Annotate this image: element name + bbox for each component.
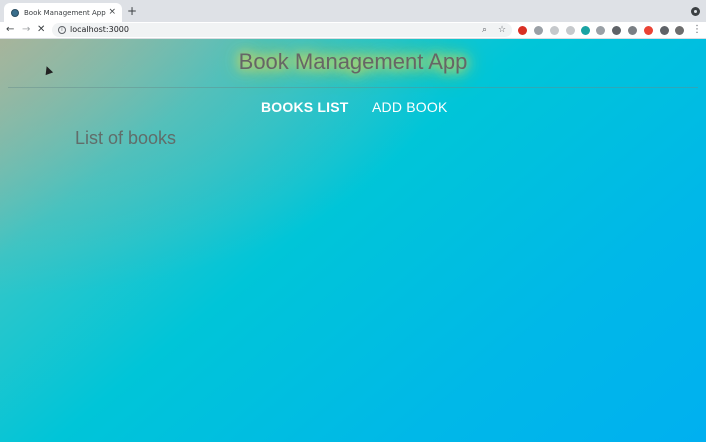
extension-icon[interactable] — [660, 26, 669, 35]
nav-books-list[interactable]: BOOKS LIST — [261, 99, 349, 115]
browser-tab[interactable]: Book Management App × — [4, 3, 122, 22]
address-bar[interactable]: i localhost:3000 ⌕ ☆ — [52, 23, 512, 37]
new-tab-button[interactable]: + — [127, 4, 137, 18]
zoom-icon[interactable]: ⌕ — [482, 24, 487, 36]
extension-icon[interactable] — [612, 26, 621, 35]
forward-button[interactable]: → — [22, 23, 30, 37]
stop-loading-button[interactable]: ✕ — [37, 23, 45, 37]
extension-icon[interactable] — [596, 26, 605, 35]
header-divider — [8, 87, 698, 88]
extension-icon[interactable] — [628, 26, 637, 35]
extension-icon[interactable] — [518, 26, 527, 35]
app-title: Book Management App — [238, 49, 468, 74]
nav-add-book[interactable]: ADD BOOK — [372, 99, 448, 115]
tab-strip: Book Management App × + — [0, 0, 706, 22]
close-tab-icon[interactable]: × — [108, 6, 116, 18]
browser-menu-icon[interactable]: ⋮ — [692, 24, 702, 36]
page-viewport: Book Management App BOOKS LIST ADD BOOK … — [0, 39, 706, 442]
extension-icon[interactable] — [550, 26, 559, 35]
section-title: List of books — [75, 128, 177, 148]
back-button[interactable]: ← — [6, 23, 14, 37]
extension-icon[interactable] — [534, 26, 543, 35]
extension-icon[interactable] — [644, 26, 653, 35]
url-text[interactable]: localhost:3000 — [70, 25, 129, 34]
tab-title: Book Management App — [24, 8, 106, 17]
bookmark-star-icon[interactable]: ☆ — [498, 24, 506, 36]
window-menu-icon[interactable] — [691, 7, 700, 16]
site-info-icon[interactable]: i — [58, 26, 66, 34]
extension-icon[interactable] — [581, 26, 590, 35]
favicon-icon — [11, 8, 19, 17]
extension-icon[interactable] — [566, 26, 575, 35]
browser-toolbar: ← → ✕ i localhost:3000 ⌕ ☆ ⋮ — [0, 22, 706, 39]
extension-icon[interactable] — [675, 26, 684, 35]
